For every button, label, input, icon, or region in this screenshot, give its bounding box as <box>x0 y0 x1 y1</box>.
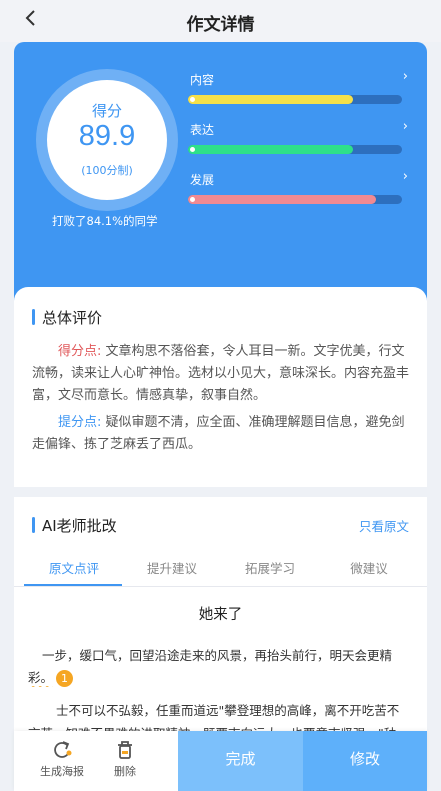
bottom-action-bar: 生成海报 删除 完成 修改 <box>14 731 427 791</box>
metric-bar <box>188 145 402 154</box>
done-button[interactable]: 完成 <box>178 731 303 791</box>
score-scale: (100分制) <box>81 164 133 177</box>
score-ring: 得分 89.9 (100分制) <box>36 69 178 211</box>
metric-bar <box>188 195 402 204</box>
section-title: 总体评价 <box>32 307 102 328</box>
overall-evaluation-card: 总体评价 得分点: 文章构思不落俗套，令人耳目一新。文字优美，行文流畅，读来让人… <box>14 287 427 487</box>
delete-button[interactable]: 删除 <box>114 739 136 779</box>
metric-bar-fill <box>188 195 377 204</box>
good-points-label: 得分点: <box>58 344 102 359</box>
tab-micro-suggestion[interactable]: 微建议 <box>319 558 419 577</box>
refresh-share-icon <box>40 739 84 761</box>
score-circle: 得分 89.9 (100分制) <box>47 80 167 200</box>
top-bar: 作文详情 <box>0 0 441 42</box>
metric-content[interactable]: 内容 › <box>188 69 408 111</box>
active-tab-indicator <box>24 584 122 586</box>
score-value: 89.9 <box>78 120 136 152</box>
bar-dot <box>190 147 195 152</box>
section-title: AI老师批改 <box>32 515 117 536</box>
metric-bar <box>188 95 402 104</box>
essay-line: 一步，缓口气，回望沿途走来的风景，再抬头前行，明天会更精 <box>42 645 418 664</box>
score-label: 得分 <box>91 102 122 120</box>
metric-development[interactable]: 发展 › <box>188 169 408 211</box>
chevron-right-icon: › <box>402 169 408 184</box>
tab-improve-suggestion[interactable]: 提升建议 <box>122 558 222 577</box>
annotated-text[interactable]: 一步，缓口气，回望沿途走来的风景，再抬头前行，明天会更精 <box>42 648 392 663</box>
review-tabs: 原文点评 提升建议 拓展学习 微建议 <box>14 555 427 587</box>
page-title: 作文详情 <box>186 15 255 35</box>
essay-line: 士不可以不弘毅，任重而道远"攀登理想的高峰，离不开吃苦不 <box>56 703 400 718</box>
improve-points-label: 提分点: <box>58 415 102 430</box>
tab-original-comment[interactable]: 原文点评 <box>24 558 124 577</box>
tab-extended-learning[interactable]: 拓展学习 <box>220 558 320 577</box>
beat-percent-text: 打败了84.1%的同学 <box>52 214 158 228</box>
only-original-link[interactable]: 只看原文 <box>359 516 409 535</box>
generate-poster-button[interactable]: 生成海报 <box>40 739 84 779</box>
metric-label: 表达 <box>190 123 215 137</box>
chevron-right-icon: › <box>402 119 408 134</box>
delete-label: 删除 <box>114 765 136 778</box>
annotated-text[interactable]: 彩。 <box>28 670 53 685</box>
essay-line: 彩。 1 <box>28 667 418 687</box>
metric-label: 发展 <box>190 173 215 187</box>
edit-button[interactable]: 修改 <box>303 731 427 791</box>
score-panel: 得分 89.9 (100分制) 打败了84.1%的同学 内容 › 表达 › 发展… <box>14 42 427 307</box>
annotation-badge[interactable]: 1 <box>56 670 74 687</box>
generate-poster-label: 生成海报 <box>40 765 84 778</box>
metric-bar-fill <box>188 95 353 104</box>
trash-icon <box>114 739 136 761</box>
essay-title: 她来了 <box>198 607 243 623</box>
bar-dot <box>190 97 195 102</box>
metric-expression[interactable]: 表达 › <box>188 119 408 161</box>
improve-points-paragraph: 提分点: 疑似审题不清，应全面、准确理解题目信息，避免剑走偏锋、拣了芝麻丢了西瓜… <box>32 412 414 456</box>
good-points-paragraph: 得分点: 文章构思不落俗套，令人耳目一新。文字优美，行文流畅，读来让人心旷神怡。… <box>32 341 414 407</box>
metric-bar-fill <box>188 145 353 154</box>
metric-label: 内容 <box>190 73 215 87</box>
chevron-right-icon: › <box>402 69 408 84</box>
bar-dot <box>190 197 195 202</box>
